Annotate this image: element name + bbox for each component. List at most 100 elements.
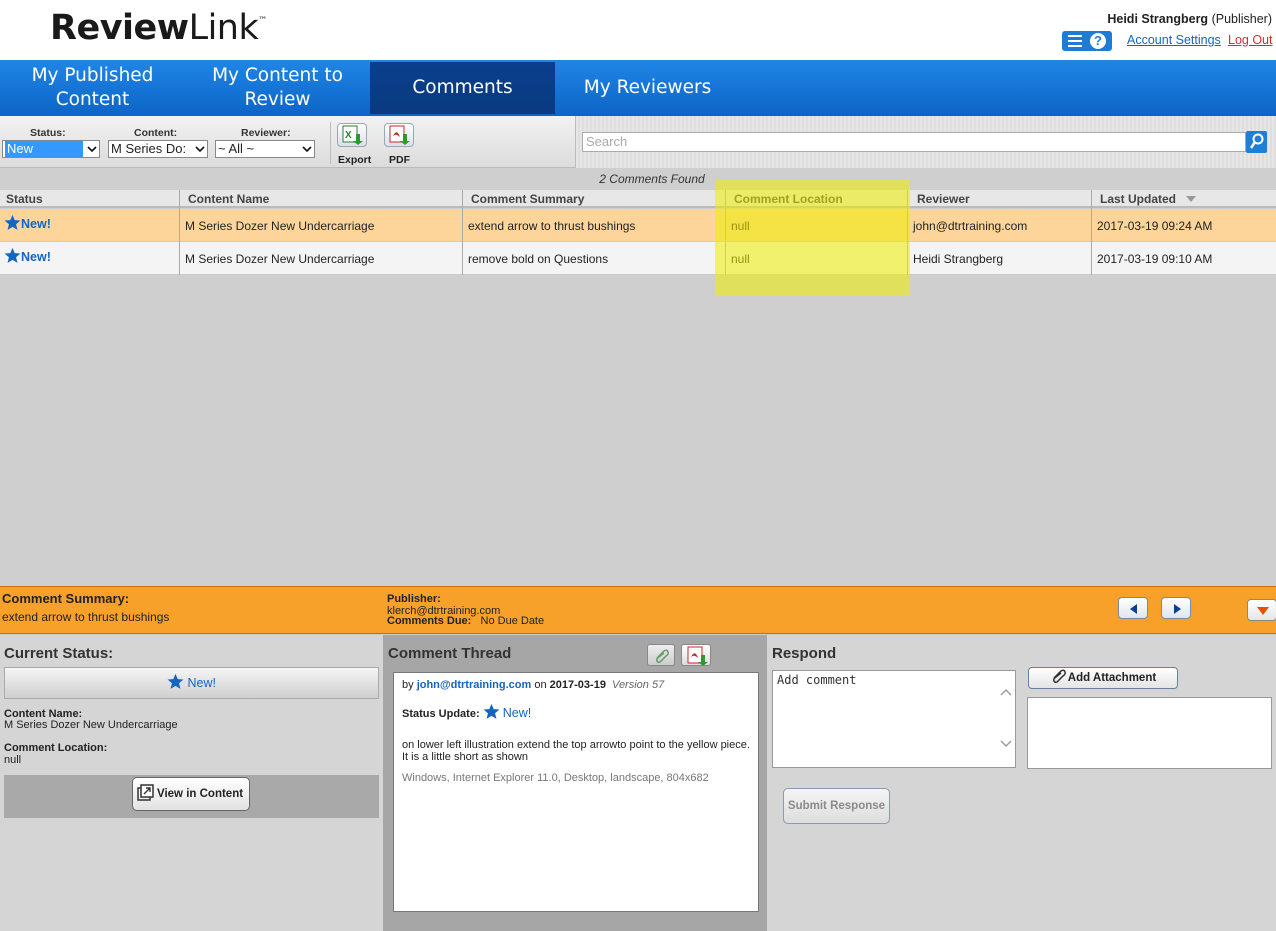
comment-summary-label: Comment Summary: bbox=[2, 591, 130, 606]
scroll-down-icon[interactable] bbox=[1000, 739, 1012, 749]
export-button[interactable]: X bbox=[337, 123, 367, 147]
cell-comment-summary: extend arrow to thrust bushings bbox=[468, 219, 636, 233]
attachment-list bbox=[1027, 697, 1272, 769]
column-divider[interactable] bbox=[179, 190, 180, 275]
column-divider[interactable] bbox=[462, 190, 463, 275]
star-icon bbox=[483, 703, 500, 719]
column-divider[interactable] bbox=[725, 190, 726, 275]
log-out-link[interactable]: Log Out bbox=[1228, 33, 1272, 47]
sort-desc-icon[interactable] bbox=[1186, 196, 1196, 204]
cell-reviewer: Heidi Strangberg bbox=[913, 252, 1004, 266]
status-new-badge: New! bbox=[4, 214, 51, 231]
current-status-panel: Current Status: New! Content Name: M Ser… bbox=[0, 635, 383, 931]
status-update-line: Status Update: New! bbox=[402, 703, 531, 720]
user-info: Heidi Strangberg (Publisher) bbox=[1107, 12, 1272, 26]
status-new-badge: New! bbox=[4, 247, 51, 264]
user-role: (Publisher) bbox=[1211, 12, 1272, 26]
comment-textarea[interactable]: Add comment bbox=[772, 670, 1016, 768]
pdf-label: PDF bbox=[389, 154, 410, 166]
search-area: Search bbox=[575, 116, 1276, 168]
current-status-title: Current Status: bbox=[4, 645, 114, 662]
filter-toolbar: Status: New Content: M Series Do: Review… bbox=[0, 116, 1276, 168]
cell-content-name: M Series Dozer New Undercarriage bbox=[185, 252, 375, 266]
next-comment-button[interactable] bbox=[1161, 597, 1191, 619]
column-header-last-updated[interactable]: Last Updated bbox=[1100, 192, 1176, 206]
header: ReviewLink™ Heidi Strangberg (Publisher)… bbox=[0, 0, 1276, 60]
table-row[interactable]: New! M Series Dozer New Undercarriage re… bbox=[0, 242, 1276, 275]
account-settings-link[interactable]: Account Settings bbox=[1127, 33, 1221, 47]
search-input[interactable]: Search bbox=[582, 132, 1246, 152]
previous-comment-button[interactable] bbox=[1118, 597, 1148, 619]
pdf-icon bbox=[389, 125, 410, 145]
comment-summary-bar: Comment Summary: extend arrow to thrust … bbox=[0, 586, 1276, 634]
column-header-reviewer[interactable]: Reviewer bbox=[917, 192, 970, 206]
search-icon bbox=[1249, 133, 1264, 149]
thread-entry-header: by john@dtrtraining.com on 2017-03-19 Ve… bbox=[402, 679, 665, 691]
cell-content-name: M Series Dozer New Undercarriage bbox=[185, 219, 375, 233]
comment-thread-title: Comment Thread bbox=[388, 645, 512, 662]
cell-last-updated: 2017-03-19 09:24 AM bbox=[1097, 219, 1213, 233]
scroll-up-icon[interactable] bbox=[1000, 687, 1012, 697]
comment-thread-panel: Comment Thread by john@dtrtraining.com o… bbox=[383, 635, 767, 931]
view-in-content-button[interactable]: View in Content bbox=[132, 777, 250, 811]
column-header-content-name[interactable]: Content Name bbox=[188, 192, 269, 206]
star-icon bbox=[4, 247, 21, 263]
respond-title: Respond bbox=[772, 645, 837, 662]
toolbar-divider bbox=[330, 122, 331, 164]
respond-panel: Respond Add comment Add Attachment Submi… bbox=[767, 635, 1276, 931]
column-divider[interactable] bbox=[907, 190, 908, 275]
help-icon[interactable]: ? bbox=[1090, 33, 1106, 49]
status-filter-label: Status: bbox=[30, 127, 66, 139]
tab-my-reviewers[interactable]: My Reviewers bbox=[560, 60, 735, 116]
comment-summary-text: extend arrow to thrust bushings bbox=[2, 610, 170, 624]
chevron-down-icon bbox=[302, 146, 312, 153]
arrow-left-icon bbox=[1130, 604, 1137, 614]
paperclip-icon bbox=[656, 649, 669, 664]
content-filter-select[interactable]: M Series Do: bbox=[108, 140, 208, 158]
tab-my-content-to-review[interactable]: My Content to Review bbox=[190, 60, 365, 116]
table-row[interactable]: New! M Series Dozer New Undercarriage ex… bbox=[0, 209, 1276, 242]
add-attachment-button[interactable]: Add Attachment bbox=[1028, 667, 1178, 689]
thread-pdf-button[interactable] bbox=[681, 644, 711, 666]
column-header-status[interactable]: Status bbox=[6, 192, 43, 206]
menu-icon[interactable] bbox=[1068, 35, 1082, 47]
chevron-down-icon bbox=[87, 146, 97, 153]
chevron-down-icon bbox=[195, 146, 205, 153]
header-icon-group: ? bbox=[1062, 31, 1112, 51]
reviewer-filter-label: Reviewer: bbox=[241, 127, 291, 139]
status-filter-select[interactable]: New bbox=[2, 140, 100, 158]
content-name-value: M Series Dozer New Undercarriage bbox=[4, 719, 178, 731]
comments-count: 2 Comments Found bbox=[599, 172, 705, 186]
comment-environment: Windows, Internet Explorer 11.0, Desktop… bbox=[402, 772, 709, 784]
cell-reviewer: john@dtrtraining.com bbox=[913, 219, 1028, 233]
tab-my-published-content[interactable]: My Published Content bbox=[10, 60, 175, 116]
column-divider[interactable] bbox=[1091, 190, 1092, 275]
export-label: Export bbox=[338, 154, 372, 166]
pdf-button[interactable] bbox=[384, 123, 414, 147]
pdf-icon bbox=[687, 646, 708, 666]
table-header: Status Content Name Comment Summary Comm… bbox=[0, 190, 1276, 208]
triangle-down-icon bbox=[1257, 607, 1269, 615]
column-header-comment-location[interactable]: Comment Location bbox=[734, 192, 843, 206]
submit-response-button[interactable]: Submit Response bbox=[783, 788, 890, 824]
cell-last-updated: 2017-03-19 09:10 AM bbox=[1097, 252, 1213, 266]
reviewer-filter-select[interactable]: ~ All ~ bbox=[215, 140, 315, 158]
column-header-comment-summary[interactable]: Comment Summary bbox=[471, 192, 584, 206]
publisher-label: Publisher: bbox=[387, 593, 441, 605]
cell-comment-location: null bbox=[731, 252, 750, 266]
excel-export-icon: X bbox=[342, 125, 363, 145]
comment-location-label: Comment Location: bbox=[4, 742, 108, 754]
attachment-button[interactable] bbox=[647, 644, 675, 666]
comment-location-value: null bbox=[4, 754, 22, 766]
search-button[interactable] bbox=[1246, 131, 1267, 153]
thread-author[interactable]: john@dtrtraining.com bbox=[417, 679, 532, 691]
comments-due: Comments Due: No Due Date bbox=[387, 615, 545, 627]
svg-text:X: X bbox=[345, 130, 352, 141]
external-view-icon bbox=[137, 784, 154, 801]
reviewlink-logo[interactable]: ReviewLink™ bbox=[50, 8, 267, 48]
collapse-panel-button[interactable] bbox=[1247, 599, 1276, 621]
view-in-content-area: View in Content bbox=[4, 775, 379, 818]
content-filter-label: Content: bbox=[134, 127, 178, 139]
tab-comments[interactable]: Comments bbox=[370, 62, 555, 114]
cell-comment-location: null bbox=[731, 219, 750, 233]
